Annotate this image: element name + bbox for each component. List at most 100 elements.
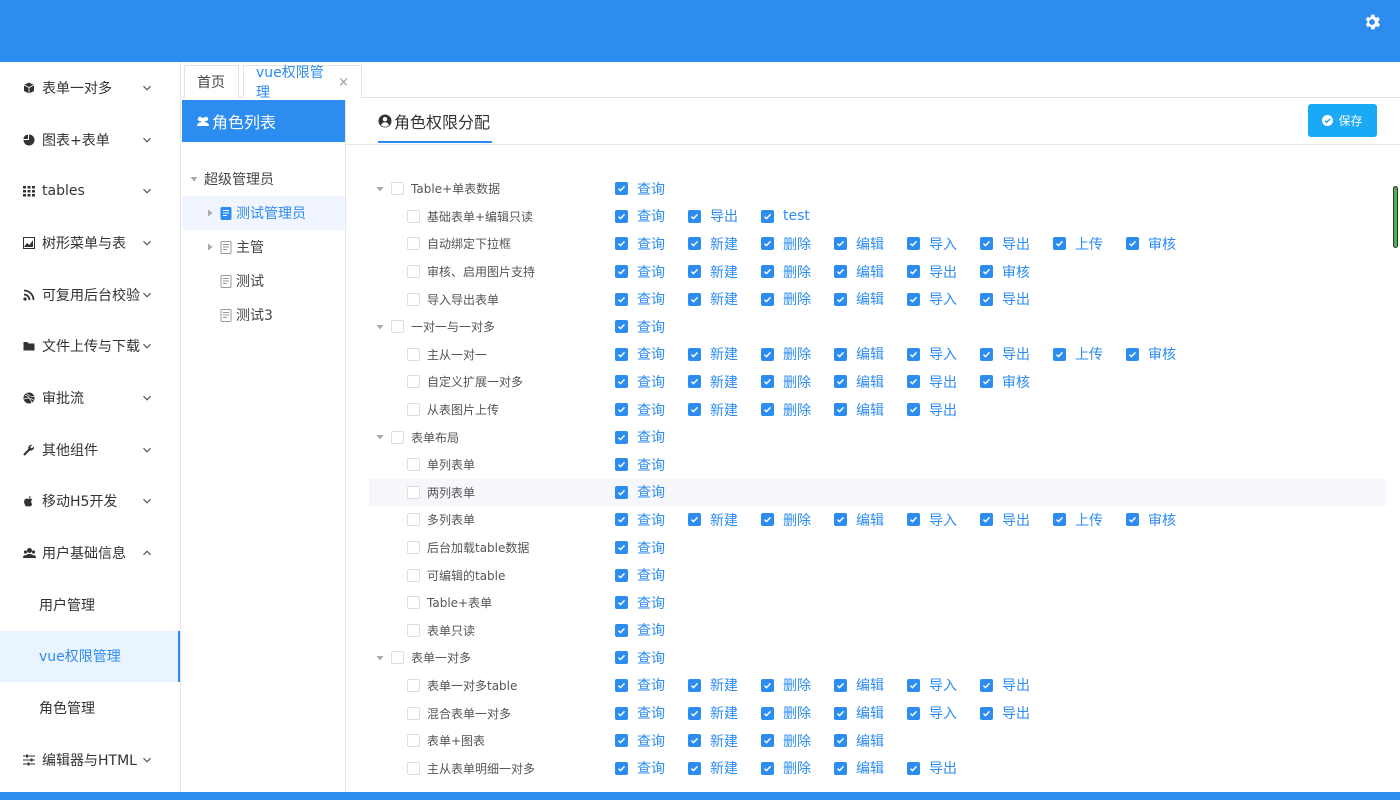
action-checkbox[interactable]: 新建 <box>688 396 738 424</box>
checkbox-checked-icon[interactable] <box>834 706 847 720</box>
checkbox-checked-icon[interactable] <box>615 541 628 555</box>
action-checkbox[interactable]: 导出 <box>980 341 1030 369</box>
checkbox-checked-icon[interactable] <box>980 706 993 720</box>
checkbox-checked-icon[interactable] <box>615 706 628 720</box>
sidebar-item[interactable]: 移动H5开发 <box>0 476 180 528</box>
action-checkbox[interactable]: 删除 <box>761 672 811 700</box>
action-checkbox[interactable]: 编辑 <box>834 699 884 727</box>
role-tree-node[interactable]: 超级管理员 <box>182 162 345 196</box>
action-checkbox[interactable]: 审核 <box>980 258 1030 286</box>
action-checkbox[interactable]: 查询 <box>615 589 665 617</box>
checkbox-checked-icon[interactable] <box>615 596 628 610</box>
menu-checkbox[interactable] <box>407 734 420 748</box>
action-checkbox[interactable]: 新建 <box>688 727 738 755</box>
sidebar-subitem[interactable]: 用户管理 <box>0 579 180 631</box>
checkbox-checked-icon[interactable] <box>761 403 774 417</box>
tab-home[interactable]: 首页 <box>184 65 239 98</box>
menu-checkbox[interactable] <box>407 485 420 499</box>
action-checkbox[interactable]: 查询 <box>615 506 665 534</box>
checkbox-checked-icon[interactable] <box>834 265 847 279</box>
action-checkbox[interactable]: 导入 <box>907 341 957 369</box>
action-checkbox[interactable]: 新建 <box>688 285 738 313</box>
checkbox-checked-icon[interactable] <box>761 706 774 720</box>
checkbox-checked-icon[interactable] <box>688 375 701 389</box>
action-checkbox[interactable]: 删除 <box>761 368 811 396</box>
checkbox-checked-icon[interactable] <box>688 706 701 720</box>
action-checkbox[interactable]: 查询 <box>615 203 665 231</box>
action-checkbox[interactable]: 编辑 <box>834 285 884 313</box>
checkbox-checked-icon[interactable] <box>615 403 628 417</box>
action-checkbox[interactable]: 删除 <box>761 341 811 369</box>
checkbox-checked-icon[interactable] <box>1053 513 1066 527</box>
checkbox-checked-icon[interactable] <box>615 485 628 499</box>
checkbox-checked-icon[interactable] <box>688 292 701 306</box>
checkbox-checked-icon[interactable] <box>834 347 847 361</box>
sidebar-item[interactable]: 其他组件 <box>0 424 180 476</box>
action-checkbox[interactable]: 查询 <box>615 313 665 341</box>
checkbox-checked-icon[interactable] <box>761 375 774 389</box>
action-checkbox[interactable]: 查询 <box>615 534 665 562</box>
sidebar-item[interactable]: 用户基础信息 <box>0 527 180 579</box>
caret-down-icon[interactable] <box>376 185 384 193</box>
menu-checkbox[interactable] <box>391 651 404 665</box>
checkbox-checked-icon[interactable] <box>907 678 920 692</box>
action-checkbox[interactable]: 查询 <box>615 727 665 755</box>
checkbox-checked-icon[interactable] <box>615 678 628 692</box>
checkbox-checked-icon[interactable] <box>1126 513 1139 527</box>
action-checkbox[interactable]: 审核 <box>980 368 1030 396</box>
checkbox-checked-icon[interactable] <box>907 513 920 527</box>
menu-checkbox[interactable] <box>407 209 420 223</box>
action-checkbox[interactable]: 新建 <box>688 754 738 782</box>
caret-right-icon[interactable] <box>206 209 214 217</box>
action-checkbox[interactable]: 查询 <box>615 368 665 396</box>
checkbox-checked-icon[interactable] <box>834 734 847 748</box>
action-checkbox[interactable]: test <box>761 203 810 231</box>
caret-down-icon[interactable] <box>376 654 384 662</box>
sidebar-item[interactable]: 审批流 <box>0 372 180 424</box>
sidebar-subitem[interactable]: 角色管理 <box>0 682 180 734</box>
action-checkbox[interactable]: 查询 <box>615 451 665 479</box>
menu-checkbox[interactable] <box>407 568 420 582</box>
role-tree-node[interactable]: 测试3 <box>182 298 345 332</box>
action-checkbox[interactable]: 导出 <box>688 203 738 231</box>
action-checkbox[interactable]: 上传 <box>1053 341 1103 369</box>
checkbox-checked-icon[interactable] <box>688 734 701 748</box>
checkbox-checked-icon[interactable] <box>907 292 920 306</box>
action-checkbox[interactable]: 导出 <box>980 285 1030 313</box>
checkbox-checked-icon[interactable] <box>688 403 701 417</box>
menu-checkbox[interactable] <box>391 320 404 334</box>
action-checkbox[interactable]: 查询 <box>615 699 665 727</box>
checkbox-checked-icon[interactable] <box>615 209 628 223</box>
menu-checkbox[interactable] <box>407 347 420 361</box>
menu-checkbox[interactable] <box>407 706 420 720</box>
action-checkbox[interactable]: 查询 <box>615 423 665 451</box>
checkbox-checked-icon[interactable] <box>761 292 774 306</box>
caret-down-icon[interactable] <box>190 175 198 183</box>
tab-vue-permission[interactable]: vue权限管理 × <box>243 65 362 101</box>
action-checkbox[interactable]: 审核 <box>1126 230 1176 258</box>
action-checkbox[interactable]: 编辑 <box>834 396 884 424</box>
checkbox-checked-icon[interactable] <box>688 237 701 251</box>
checkbox-checked-icon[interactable] <box>761 734 774 748</box>
action-checkbox[interactable]: 导出 <box>980 699 1030 727</box>
action-checkbox[interactable]: 删除 <box>761 285 811 313</box>
menu-checkbox[interactable] <box>407 513 420 527</box>
checkbox-checked-icon[interactable] <box>615 458 628 472</box>
checkbox-checked-icon[interactable] <box>615 237 628 251</box>
menu-checkbox[interactable] <box>407 678 420 692</box>
checkbox-checked-icon[interactable] <box>615 761 628 775</box>
action-checkbox[interactable]: 查询 <box>615 258 665 286</box>
checkbox-checked-icon[interactable] <box>1126 347 1139 361</box>
action-checkbox[interactable]: 删除 <box>761 506 811 534</box>
action-checkbox[interactable]: 新建 <box>688 230 738 258</box>
action-checkbox[interactable]: 新建 <box>688 368 738 396</box>
sidebar-item[interactable]: 编辑器与HTML <box>0 734 180 786</box>
checkbox-checked-icon[interactable] <box>834 292 847 306</box>
menu-checkbox[interactable] <box>407 237 420 251</box>
action-checkbox[interactable]: 查询 <box>615 754 665 782</box>
checkbox-checked-icon[interactable] <box>980 292 993 306</box>
checkbox-checked-icon[interactable] <box>907 237 920 251</box>
checkbox-checked-icon[interactable] <box>1053 347 1066 361</box>
sidebar-subitem[interactable]: vue权限管理 <box>0 630 180 683</box>
checkbox-checked-icon[interactable] <box>615 568 628 582</box>
